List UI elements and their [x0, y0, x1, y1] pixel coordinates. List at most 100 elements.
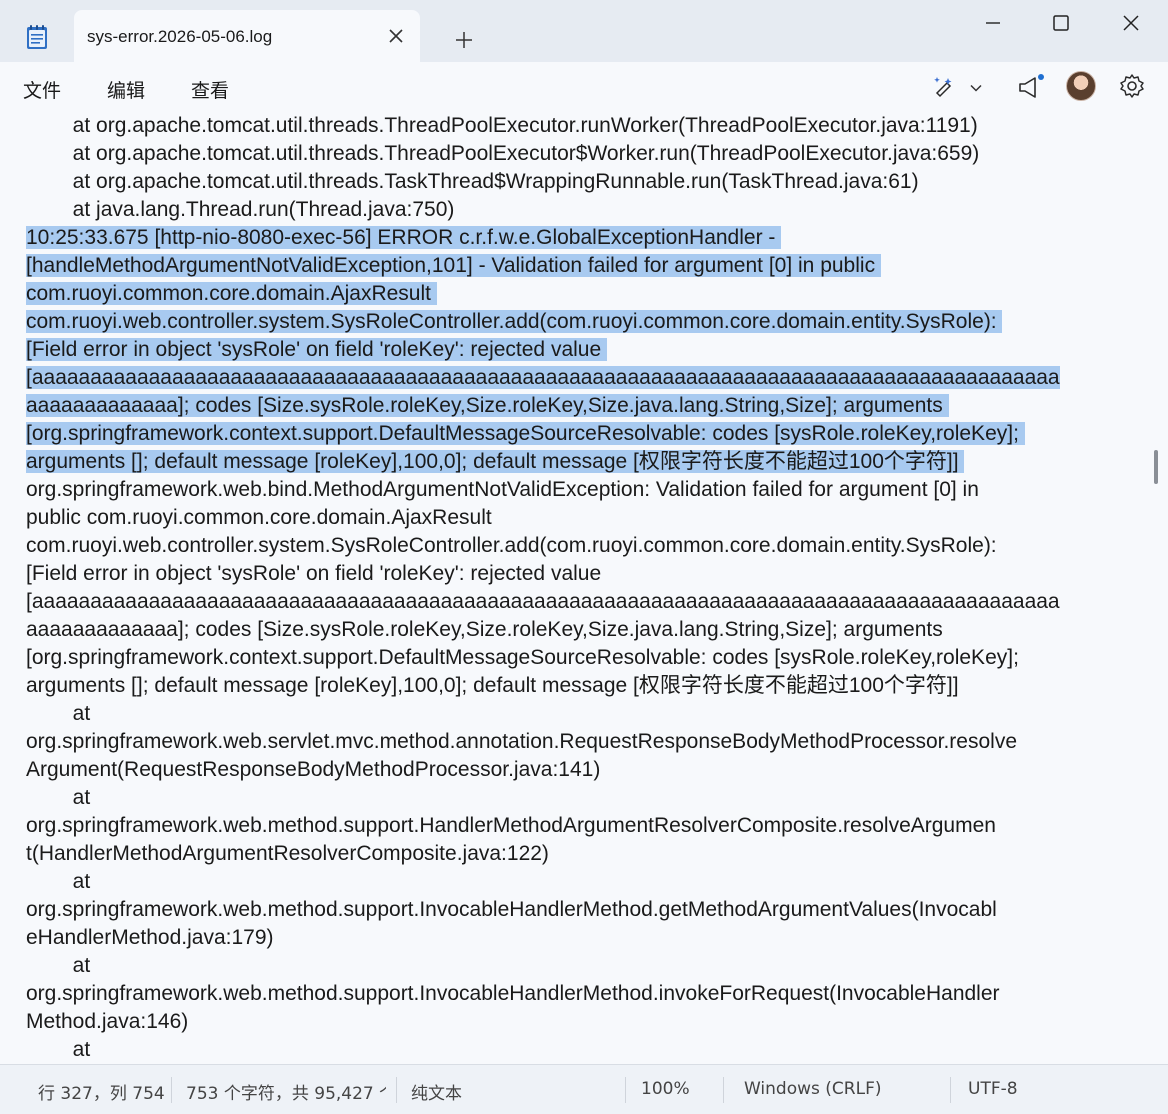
text-line: eHandlerMethod.java:179)	[26, 924, 274, 952]
text-line: [Field error in object 'sysRole' on fiel…	[26, 560, 607, 588]
text-line: at java.lang.Thread.run(Thread.java:750)	[26, 196, 455, 224]
line-text: at java.lang.Thread.run(Thread.java:750)	[26, 198, 455, 221]
text-line: org.springframework.web.method.support.I…	[26, 896, 997, 924]
line-text: public com.ruoyi.common.core.domain.Ajax…	[26, 506, 498, 529]
status-divider	[171, 1077, 172, 1103]
line-text: org.springframework.web.method.support.I…	[26, 898, 997, 921]
text-line: org.springframework.web.method.support.H…	[26, 812, 996, 840]
title-bar[interactable]: sys-error.2026-05-06.log	[0, 0, 1168, 62]
text-line: at org.apache.tomcat.util.threads.TaskTh…	[26, 168, 919, 196]
menu-view[interactable]: 查看	[191, 76, 229, 103]
selected-text: aaaaaaaaaaaaa]; codes [Size.sysRole.role…	[26, 394, 949, 417]
line-text: Argument(RequestResponseBodyMethodProces…	[26, 758, 601, 781]
line-text: at	[26, 786, 97, 809]
text-line: Argument(RequestResponseBodyMethodProces…	[26, 756, 600, 784]
text-line: arguments []; default message [roleKey],…	[26, 448, 965, 476]
selected-text: [handleMethodArgumentNotValidException,1…	[26, 254, 881, 277]
line-text: at	[26, 702, 97, 725]
maximize-icon[interactable]	[1050, 12, 1072, 34]
text-line: 10:25:33.675 [http-nio-8080-exec-56] ERR…	[26, 224, 782, 252]
text-line: [handleMethodArgumentNotValidException,1…	[26, 252, 881, 280]
text-line: at	[26, 1036, 96, 1064]
text-line: at org.apache.tomcat.util.threads.Thread…	[26, 112, 978, 140]
text-line: [org.springframework.context.support.Def…	[26, 420, 1025, 448]
tab-title: sys-error.2026-05-06.log	[87, 27, 273, 46]
text-line: at	[26, 868, 96, 896]
text-editor[interactable]: at org.apache.tomcat.util.threads.Thread…	[0, 112, 1168, 1064]
text-line: at	[26, 952, 96, 980]
status-divider	[950, 1077, 951, 1103]
new-tab-plus-icon[interactable]	[454, 30, 474, 50]
file-format[interactable]: 纯文本	[411, 1079, 462, 1104]
selected-text: com.ruoyi.web.controller.system.SysRoleC…	[26, 310, 1003, 333]
text-line: at	[26, 700, 96, 728]
line-text: at	[26, 954, 97, 977]
selected-text: arguments []; default message [roleKey],…	[26, 450, 965, 473]
text-line: aaaaaaaaaaaaa]; codes [Size.sysRole.role…	[26, 616, 949, 644]
line-ending[interactable]: Windows (CRLF)	[744, 1079, 882, 1099]
notepad-window: sys-error.2026-05-06.log 文件 编辑 查看 at org…	[0, 0, 1168, 1114]
notepad-app-icon	[27, 25, 47, 49]
selected-text: 10:25:33.675 [http-nio-8080-exec-56] ERR…	[26, 226, 782, 249]
line-text: eHandlerMethod.java:179)	[26, 926, 274, 949]
text-line: arguments []; default message [roleKey],…	[26, 672, 959, 700]
text-line: org.springframework.web.bind.MethodArgum…	[26, 476, 985, 504]
line-text: com.ruoyi.web.controller.system.SysRoleC…	[26, 534, 1003, 557]
menu-bar: 文件 编辑 查看	[0, 62, 1168, 112]
window-close-icon[interactable]	[1120, 12, 1142, 34]
cursor-position[interactable]: 行 327，列 754	[38, 1079, 165, 1104]
status-divider	[625, 1077, 626, 1103]
text-line: [Field error in object 'sysRole' on fiel…	[26, 336, 607, 364]
line-text: Method.java:146)	[26, 1010, 189, 1033]
selected-text: [Field error in object 'sysRole' on fiel…	[26, 338, 607, 361]
menu-file[interactable]: 文件	[23, 76, 61, 103]
text-line: t(HandlerMethodArgumentResolverComposite…	[26, 840, 549, 868]
selected-text: com.ruoyi.common.core.domain.AjaxResult	[26, 282, 437, 305]
selected-text: [aaaaaaaaaaaaaaaaaaaaaaaaaaaaaaaaaaaaaaa…	[26, 366, 1060, 389]
text-line: org.springframework.web.servlet.mvc.meth…	[26, 728, 1017, 756]
megaphone-icon[interactable]	[1016, 73, 1046, 101]
text-line: [aaaaaaaaaaaaaaaaaaaaaaaaaaaaaaaaaaaaaaa…	[26, 364, 1060, 392]
line-text: at org.apache.tomcat.util.threads.Thread…	[26, 142, 980, 165]
text-line: [org.springframework.context.support.Def…	[26, 644, 1025, 672]
line-text: t(HandlerMethodArgumentResolverComposite…	[26, 842, 549, 865]
line-text: at org.apache.tomcat.util.threads.TaskTh…	[26, 170, 919, 193]
line-text: [org.springframework.context.support.Def…	[26, 646, 1025, 669]
text-line: com.ruoyi.web.controller.system.SysRoleC…	[26, 308, 1003, 336]
text-line: com.ruoyi.common.core.domain.AjaxResult	[26, 280, 437, 308]
line-text: org.springframework.web.method.support.I…	[26, 982, 1000, 1005]
line-text: at org.apache.tomcat.util.threads.Thread…	[26, 114, 978, 137]
text-line: at org.apache.tomcat.util.threads.Thread…	[26, 140, 980, 168]
text-line: [aaaaaaaaaaaaaaaaaaaaaaaaaaaaaaaaaaaaaaa…	[26, 588, 1060, 616]
gear-icon[interactable]	[1119, 73, 1145, 99]
copilot-pen-icon[interactable]	[932, 74, 956, 98]
text-line: public com.ruoyi.common.core.domain.Ajax…	[26, 504, 498, 532]
status-bar: 行 327，列 754 753 个字符，共 95,427 个 纯文本 100% …	[0, 1064, 1168, 1114]
text-line: com.ruoyi.web.controller.system.SysRoleC…	[26, 532, 1002, 560]
avatar[interactable]	[1066, 71, 1096, 101]
status-divider	[396, 1077, 397, 1103]
selected-text: [org.springframework.context.support.Def…	[26, 422, 1025, 445]
character-count: 753 个字符，共 95,427 个	[186, 1084, 386, 1104]
vertical-scrollbar[interactable]	[1154, 450, 1158, 484]
line-text: [Field error in object 'sysRole' on fiel…	[26, 562, 607, 585]
close-icon[interactable]	[388, 28, 404, 44]
line-text: at	[26, 1038, 97, 1061]
menu-edit[interactable]: 编辑	[107, 76, 145, 103]
zoom-level[interactable]: 100%	[641, 1079, 690, 1099]
line-text: at	[26, 870, 97, 893]
encoding[interactable]: UTF-8	[968, 1079, 1018, 1099]
minimize-icon[interactable]	[982, 12, 1004, 34]
tab-sys-error-log[interactable]: sys-error.2026-05-06.log	[74, 10, 420, 62]
status-divider	[723, 1077, 724, 1103]
line-text: org.springframework.web.method.support.H…	[26, 814, 996, 837]
line-text: aaaaaaaaaaaaa]; codes [Size.sysRole.role…	[26, 618, 949, 641]
line-text: [aaaaaaaaaaaaaaaaaaaaaaaaaaaaaaaaaaaaaaa…	[26, 590, 1060, 613]
text-line: at	[26, 784, 96, 812]
line-text: arguments []; default message [roleKey],…	[26, 674, 959, 697]
text-line: aaaaaaaaaaaaa]; codes [Size.sysRole.role…	[26, 392, 949, 420]
chevron-down-icon[interactable]	[969, 81, 983, 95]
line-text: org.springframework.web.servlet.mvc.meth…	[26, 730, 1017, 753]
text-line: Method.java:146)	[26, 1008, 188, 1036]
line-text: org.springframework.web.bind.MethodArgum…	[26, 478, 985, 501]
